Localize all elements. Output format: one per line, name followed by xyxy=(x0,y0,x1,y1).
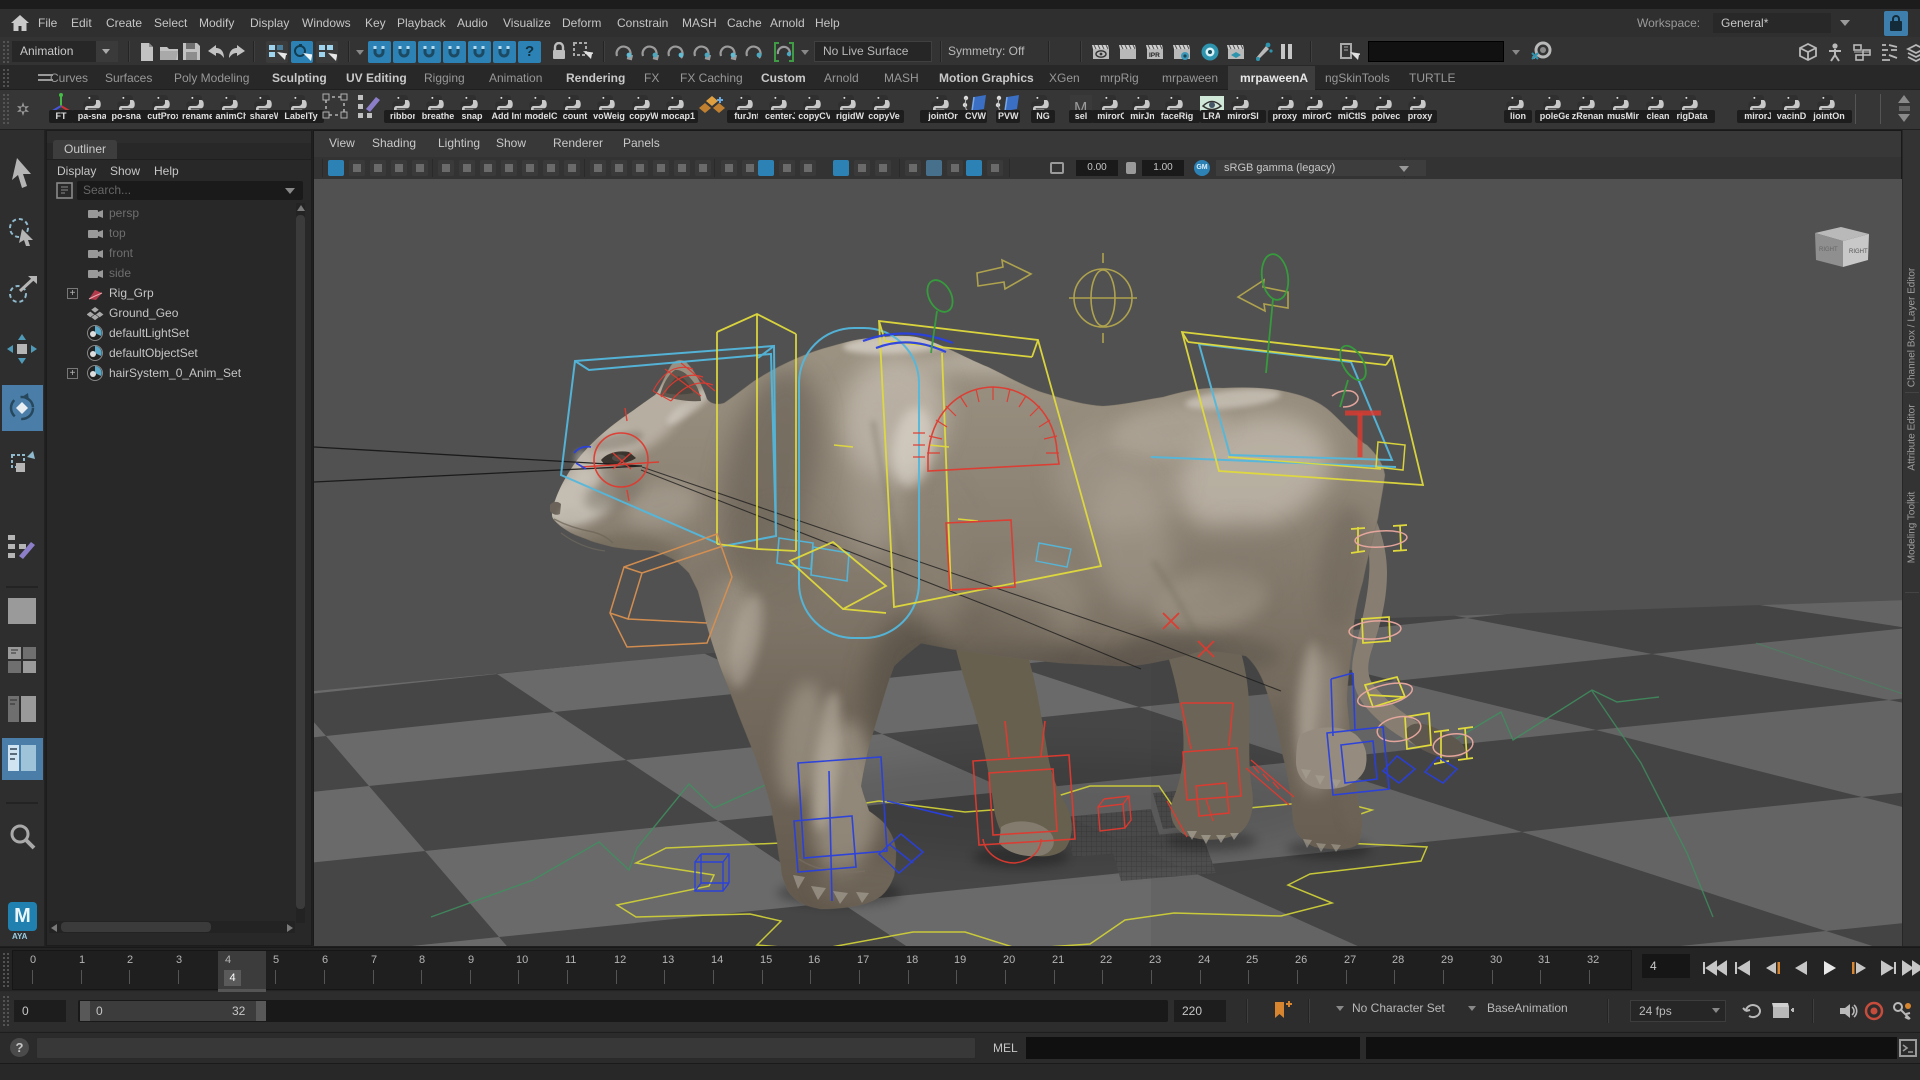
svg-text:RIGHT: RIGHT xyxy=(1849,249,1868,255)
svg-text:IPR: IPR xyxy=(1149,52,1160,59)
svg-text:RIGHT: RIGHT xyxy=(1819,247,1838,253)
